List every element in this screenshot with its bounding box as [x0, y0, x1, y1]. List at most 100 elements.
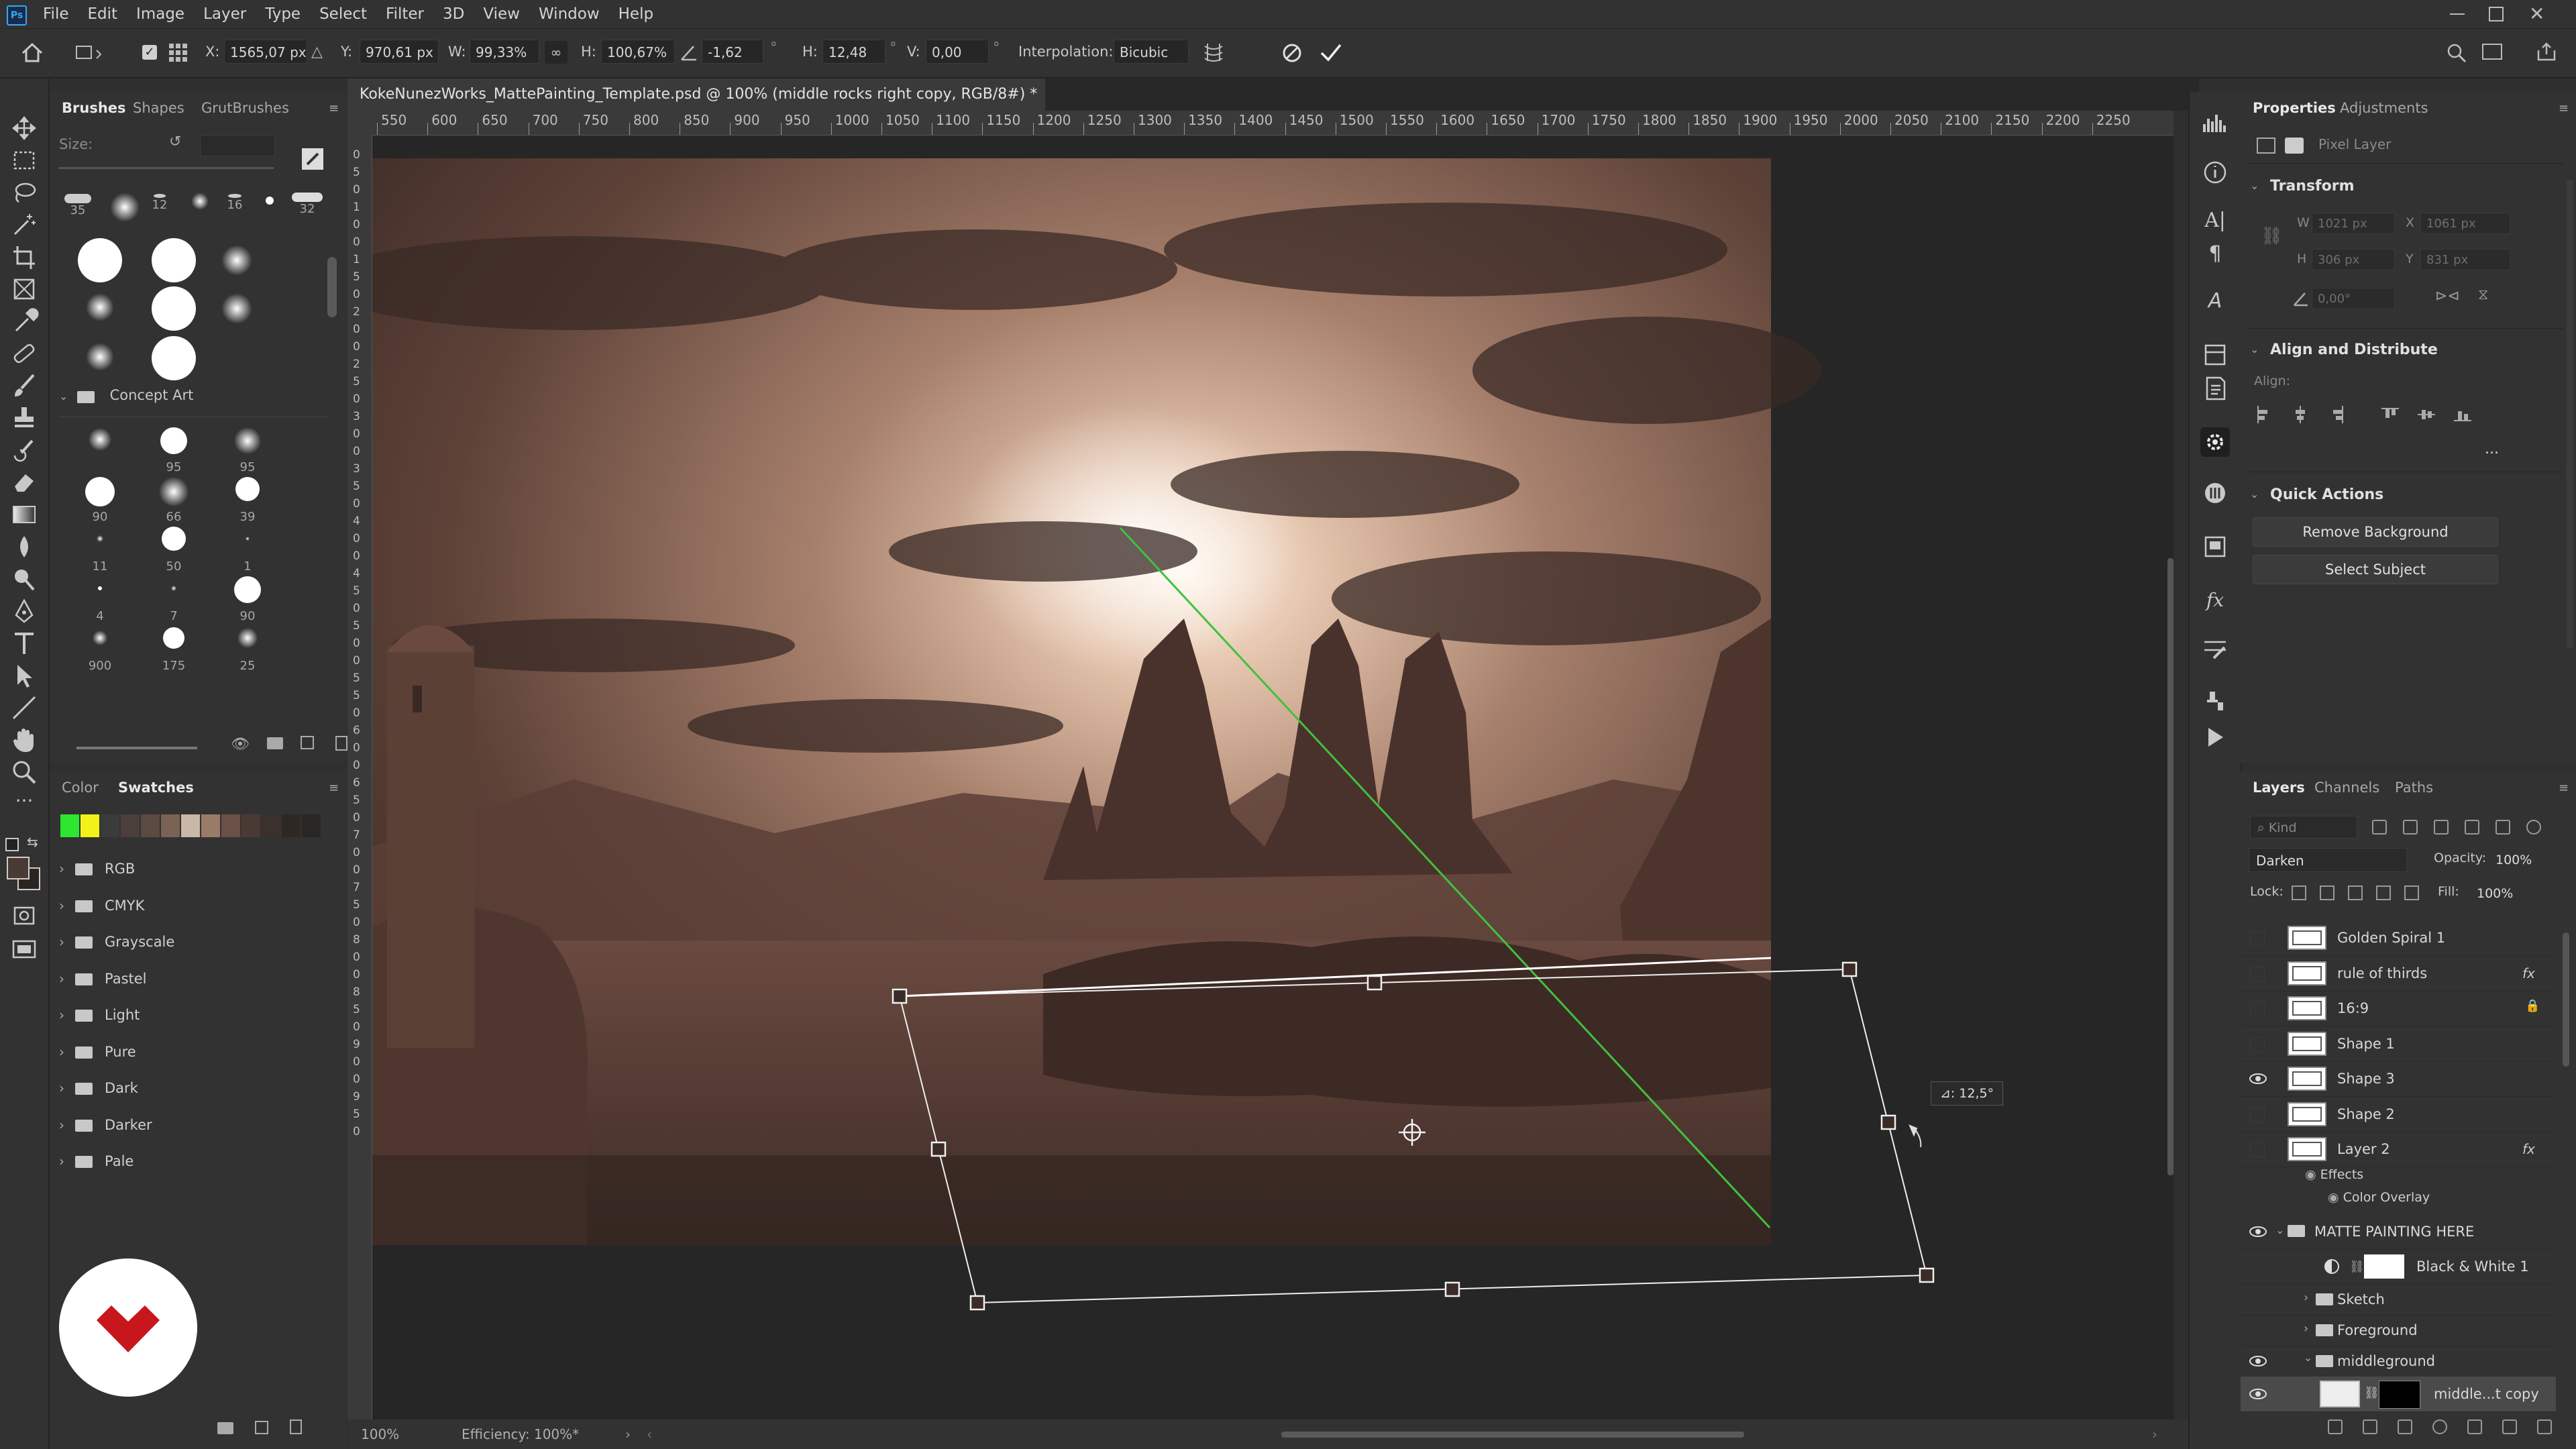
layer-group-matte[interactable]: ⌄ MATTE PAINTING HERE	[2241, 1214, 2556, 1250]
document-tab[interactable]: KokeNunezWorks_MattePainting_Template.ps…	[347, 78, 1045, 134]
tab-brushes[interactable]: Brushes	[62, 92, 126, 124]
panel-menu-icon[interactable]: ≡	[329, 101, 339, 115]
swatch-group-cmyk[interactable]: › CMYK	[59, 888, 144, 924]
share-icon[interactable]	[2536, 41, 2557, 62]
color-swatch[interactable]	[302, 814, 321, 837]
toggle-preview-icon[interactable]: 👁	[231, 736, 250, 753]
color-swatch[interactable]	[282, 814, 301, 837]
y-field[interactable]: 970,61 px	[360, 40, 439, 64]
brush-preset[interactable]: 95	[150, 427, 197, 474]
remove-background-button[interactable]: Remove Background	[2253, 517, 2498, 547]
eye-icon[interactable]: ◉	[2328, 1190, 2343, 1205]
chevron-right-icon[interactable]: ›	[59, 1044, 64, 1060]
brush-preset[interactable]	[152, 238, 196, 282]
width-field[interactable]: 1021 px	[2312, 213, 2395, 234]
brush-preset[interactable]: 50	[150, 527, 197, 574]
chevron-right-icon[interactable]: ›	[59, 1080, 64, 1096]
brush-preset[interactable]: 175	[150, 626, 197, 673]
swatch-group-darker[interactable]: › Darker	[59, 1107, 152, 1143]
clone-source-icon[interactable]	[2200, 686, 2230, 716]
relative-position-icon[interactable]: △	[311, 44, 323, 60]
path-selection-tool-icon[interactable]	[8, 661, 40, 690]
new-swatch-icon[interactable]	[255, 1421, 268, 1434]
status-arrow-icon[interactable]: ›	[625, 1419, 631, 1449]
eye-icon[interactable]: ◉	[2305, 1167, 2320, 1182]
tab-paths[interactable]: Paths	[2395, 771, 2433, 804]
fill-field[interactable]: 100%	[2477, 883, 2537, 904]
handle-top-middle[interactable]	[1366, 975, 1383, 991]
align-section-title[interactable]: Align and Distribute	[2270, 341, 2438, 358]
swatch-group-pure[interactable]: › Pure	[59, 1034, 136, 1070]
paragraph-icon[interactable]: ¶	[2200, 239, 2230, 269]
scrollbar[interactable]	[327, 257, 337, 317]
chevron-right-icon[interactable]: ›	[59, 1153, 64, 1169]
swatch-group-pale[interactable]: › Pale	[59, 1143, 133, 1179]
object-selection-tool-icon[interactable]	[8, 210, 40, 239]
layer-row[interactable]: Shape 2	[2241, 1097, 2556, 1132]
horizontal-scrollbar[interactable]	[1281, 1432, 1744, 1438]
brush-preset[interactable]	[152, 336, 196, 380]
align-top-icon[interactable]	[2380, 405, 2400, 425]
color-swatch[interactable]	[161, 814, 180, 837]
fx-icon[interactable]: fx	[2522, 1132, 2535, 1167]
efficiency-readout[interactable]: Efficiency: 100%*	[462, 1419, 579, 1449]
flip-vertical-icon[interactable]: ⧖	[2478, 286, 2488, 303]
reference-point-checkbox[interactable]: ✓	[142, 45, 157, 60]
filter-pixel-icon[interactable]	[2372, 820, 2387, 835]
chevron-right-icon[interactable]: ›	[2304, 1291, 2308, 1305]
scroll-right-icon[interactable]: ›	[2152, 1419, 2157, 1449]
histogram-icon[interactable]	[2200, 108, 2230, 138]
menu-window[interactable]: Window	[539, 0, 600, 28]
add-style-icon[interactable]	[2363, 1419, 2377, 1434]
tab-adjustments[interactable]: Adjustments	[2340, 92, 2428, 124]
color-overlay-item[interactable]: ◉ Color Overlay	[2328, 1190, 2430, 1205]
new-group-icon[interactable]	[2467, 1419, 2482, 1434]
layer-thumbnail[interactable]	[2288, 1067, 2326, 1091]
color-swatch[interactable]	[262, 814, 280, 837]
brush-preset[interactable]: 39	[224, 477, 271, 524]
glyphs-icon[interactable]: A	[2200, 286, 2230, 316]
brush-preset[interactable]: 32	[286, 193, 329, 216]
scrollbar[interactable]	[2567, 179, 2573, 649]
libraries-icon[interactable]	[2200, 340, 2230, 370]
color-swatch[interactable]	[221, 814, 240, 837]
reference-point-grid-icon[interactable]	[168, 42, 189, 64]
gradient-tool-icon[interactable]	[8, 500, 40, 529]
swatch-group-dark[interactable]: › Dark	[59, 1070, 138, 1106]
eye-icon[interactable]	[2249, 1071, 2267, 1087]
reset-size-icon[interactable]: ↺	[169, 133, 181, 150]
close-window-icon[interactable]: ✕	[2529, 3, 2544, 25]
lock-transparent-icon[interactable]	[2292, 885, 2306, 900]
handle-top-left[interactable]	[892, 988, 908, 1004]
healing-brush-tool-icon[interactable]	[8, 339, 40, 368]
menu-3d[interactable]: 3D	[443, 0, 464, 28]
flip-horizontal-icon[interactable]: ⊳⊲	[2435, 288, 2460, 305]
panel-menu-icon[interactable]: ≡	[329, 781, 339, 795]
chevron-down-icon[interactable]: ⌄	[2250, 488, 2259, 500]
character-icon[interactable]: A|	[2200, 206, 2230, 235]
w-field[interactable]: 99,33%	[470, 40, 539, 64]
filter-toggle-icon[interactable]	[2526, 820, 2541, 835]
handle-middle-left[interactable]	[930, 1141, 947, 1157]
eyedropper-tool-icon[interactable]	[8, 307, 40, 336]
visibility-toggle[interactable]	[2250, 1036, 2265, 1052]
brush-group-concept-art[interactable]: ⌄ Concept Art	[59, 387, 327, 414]
hand-tool-icon[interactable]	[8, 725, 40, 755]
brush-preset[interactable]: 11	[76, 527, 123, 574]
chevron-right-icon[interactable]: ›	[59, 934, 64, 950]
notes-icon[interactable]	[2200, 374, 2230, 403]
color-swatch[interactable]	[80, 814, 99, 837]
layer-comps-icon[interactable]	[2200, 532, 2230, 561]
new-brush-icon[interactable]	[299, 146, 326, 172]
lock-position-icon[interactable]	[2348, 885, 2363, 900]
brush-settings-icon[interactable]	[2200, 635, 2230, 665]
visibility-toggle[interactable]	[2250, 1142, 2265, 1157]
layer-row[interactable]: Layer 2 fx	[2241, 1132, 2556, 1167]
zoom-level[interactable]: 100%	[361, 1419, 399, 1449]
h-field[interactable]: 100,67%	[601, 40, 675, 64]
filter-kind-select[interactable]: ⌕ Kind	[2250, 816, 2357, 839]
link-icon[interactable]: ⛓	[2261, 226, 2283, 246]
brush-preset[interactable]: 7	[150, 576, 197, 623]
align-v-center-icon[interactable]	[2416, 405, 2436, 425]
clone-stamp-tool-icon[interactable]	[8, 403, 40, 433]
